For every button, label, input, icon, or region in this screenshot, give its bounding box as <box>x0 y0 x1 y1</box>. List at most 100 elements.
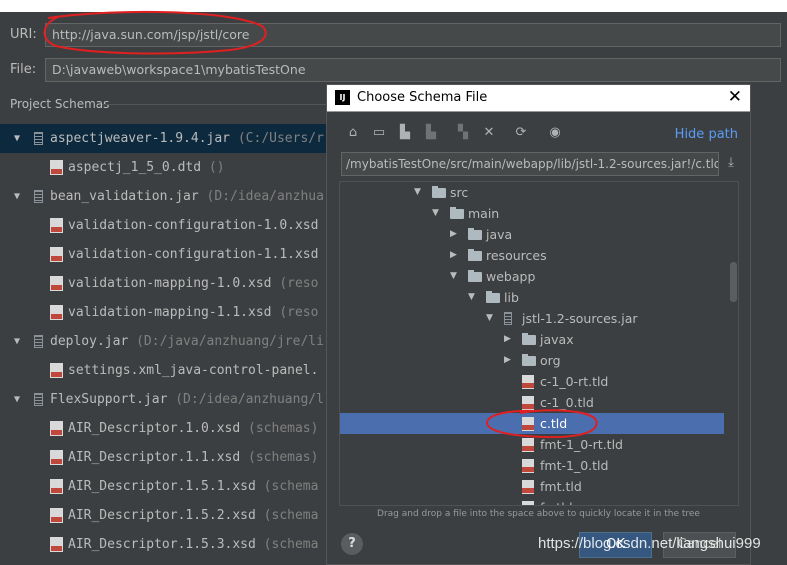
schema-item-detail: (reso <box>279 305 319 320</box>
xsd-file-icon <box>50 247 63 262</box>
file-tree-label: fmt.tld <box>540 479 582 494</box>
schema-item-label: validation-configuration-1.1.xsd <box>68 247 319 262</box>
schema-item-label: AIR_Descriptor.1.1.xsd (schemas) <box>68 450 319 465</box>
file-tree-label: webapp <box>486 269 536 284</box>
expand-arrow-icon[interactable]: ▼ <box>14 124 20 153</box>
hide-path-link[interactable]: Hide path <box>675 127 738 142</box>
download-icon[interactable]: ⤓ <box>723 155 739 173</box>
dialog-title: Choose Schema File <box>357 90 488 105</box>
schema-jar-item[interactable]: ▼ FlexSupport.jar (D:/idea/anzhuang/l <box>0 385 330 414</box>
schema-jar-item[interactable]: ▼ deploy.jar (D:/java/anzhuang/jre/li <box>0 327 330 356</box>
folder-icon <box>486 291 500 303</box>
tree-scrollbar[interactable] <box>730 262 737 302</box>
file-tree-item[interactable]: ▼ jstl-1.2-sources.jar <box>340 308 724 329</box>
close-icon[interactable]: ✕ <box>728 87 742 107</box>
project-schemas-label: Project Schemas <box>10 97 110 111</box>
schema-file-item[interactable]: AIR_Descriptor.1.5.2.xsd (schema <box>0 501 330 530</box>
file-tree-item[interactable]: ▼ webapp <box>340 266 724 287</box>
schema-file-item[interactable]: validation-mapping-1.0.xsd (reso <box>0 269 330 298</box>
schema-file-item[interactable]: AIR_Descriptor.1.5.1.xsd (schema <box>0 472 330 501</box>
uri-row: URI: http://java.sun.com/jsp/jstl/core <box>0 22 787 48</box>
schema-jar-item[interactable]: ▼ aspectjweaver-1.9.4.jar (C:/Users/r <box>0 124 330 153</box>
jar-icon <box>34 132 43 145</box>
schema-file-item[interactable]: validation-configuration-1.1.xsd <box>0 240 330 269</box>
collapse-arrow-icon[interactable]: ▼ <box>468 287 475 308</box>
new-folder-icon[interactable]: ▚ <box>455 125 471 141</box>
schema-file-item[interactable]: validation-mapping-1.1.xsd (reso <box>0 298 330 327</box>
jar-icon <box>34 190 43 203</box>
xsd-file-icon <box>50 537 63 552</box>
expand-arrow-icon[interactable]: ▶ <box>504 350 511 371</box>
expand-arrow-icon[interactable]: ▼ <box>14 182 20 211</box>
schema-item-label: validation-mapping-1.1.xsd (reso <box>68 305 319 320</box>
file-tree-item[interactable]: c-1_0-rt.tld <box>340 371 724 392</box>
file-tree-item[interactable]: ▶ resources <box>340 245 724 266</box>
schema-file-item[interactable]: AIR_Descriptor.1.1.xsd (schemas) <box>0 443 330 472</box>
file-tree-label: org <box>540 353 561 368</box>
tld-file-icon <box>522 480 534 494</box>
file-tree-item[interactable]: fmt-1_0-rt.tld <box>340 434 724 455</box>
folder-icon <box>468 249 482 261</box>
file-tree-item[interactable]: c-1_0.tld <box>340 392 724 413</box>
collapse-arrow-icon[interactable]: ▼ <box>450 266 457 287</box>
schema-item-label: aspectj_1_5_0.dtd () <box>68 160 225 175</box>
file-tree[interactable]: ▼ src ▼ main ▶ java ▶ resources ▼ webapp ▼ lib ▼ jstl… <box>339 181 739 506</box>
expand-arrow-icon[interactable]: ▼ <box>14 385 20 414</box>
project-folder-icon[interactable]: ▙ <box>397 125 413 141</box>
schema-file-item[interactable]: validation-configuration-1.0.xsd <box>0 211 330 240</box>
collapse-arrow-icon[interactable]: ▼ <box>414 182 421 203</box>
dtd-file-icon <box>50 160 63 175</box>
file-tree-item[interactable]: ▶ javax <box>340 329 724 350</box>
file-tree-label: lib <box>504 290 519 305</box>
schema-item-detail: (schemas) <box>248 421 319 436</box>
file-tree-item[interactable]: fmt.tld <box>340 476 724 497</box>
file-tree-item[interactable]: fn.tld <box>340 497 724 505</box>
schema-file-item[interactable]: settings.xml_java-control-panel. <box>0 356 330 385</box>
refresh-icon[interactable]: ⟳ <box>513 125 529 141</box>
collapse-arrow-icon[interactable]: ▼ <box>432 203 439 224</box>
file-tree-item[interactable]: ▶ java <box>340 224 724 245</box>
file-tree-label: javax <box>540 332 574 347</box>
file-tree-label: resources <box>486 248 547 263</box>
schema-file-item[interactable]: aspectj_1_5_0.dtd () <box>0 153 330 182</box>
schema-file-item[interactable]: AIR_Descriptor.1.0.xsd (schemas) <box>0 414 330 443</box>
file-tree-item[interactable]: ▼ src <box>340 182 724 203</box>
schema-item-detail: (schemas) <box>248 450 319 465</box>
schema-item-label: AIR_Descriptor.1.5.2.xsd (schema <box>68 508 319 523</box>
schema-item-label: deploy.jar (D:/java/anzhuang/jre/li <box>50 334 324 349</box>
folder-icon <box>468 270 482 282</box>
desktop-icon[interactable]: ▭ <box>371 125 387 141</box>
file-tree-item[interactable]: ▼ lib <box>340 287 724 308</box>
section-divider <box>102 104 332 105</box>
expand-arrow-icon[interactable]: ▶ <box>504 329 511 350</box>
home-icon[interactable]: ⌂ <box>345 125 361 141</box>
file-tree-label: fmt-1_0.tld <box>540 458 609 473</box>
file-tree-label: fmt-1_0-rt.tld <box>540 437 623 452</box>
folder-icon <box>468 228 482 240</box>
show-hidden-icon[interactable]: ◉ <box>547 125 563 141</box>
module-folder-icon[interactable]: ▙ <box>423 125 439 141</box>
file-input[interactable]: D:\javaweb\workspace1\mybatisTestOne <box>45 58 781 82</box>
file-tree-item[interactable]: ▶ org <box>340 350 724 371</box>
file-tree-item[interactable]: fmt-1_0.tld <box>340 455 724 476</box>
schema-file-item[interactable]: AIR_Descriptor.1.5.3.xsd (schema <box>0 530 330 559</box>
file-tree-item[interactable]: c.tld <box>340 413 724 434</box>
xsd-file-icon <box>50 508 63 523</box>
delete-icon[interactable]: ✕ <box>481 125 497 141</box>
file-tree-label: main <box>468 206 500 221</box>
uri-input[interactable]: http://java.sun.com/jsp/jstl/core <box>45 23 781 47</box>
help-button[interactable]: ? <box>341 533 363 555</box>
expand-arrow-icon[interactable]: ▼ <box>14 327 20 356</box>
path-input[interactable]: /mybatisTestOne/src/main/webapp/lib/jstl… <box>341 152 719 176</box>
file-tree-label: jstl-1.2-sources.jar <box>522 311 638 326</box>
project-schemas-tree[interactable]: ▼ aspectjweaver-1.9.4.jar (C:/Users/r aspe… <box>0 124 330 565</box>
schema-jar-item[interactable]: ▼ bean_validation.jar (D:/idea/anzhua <box>0 182 330 211</box>
collapse-arrow-icon[interactable]: ▼ <box>486 308 493 329</box>
expand-arrow-icon[interactable]: ▶ <box>450 245 457 266</box>
xsd-file-icon <box>50 218 63 233</box>
window-top-strip <box>0 0 787 12</box>
schema-item-label: AIR_Descriptor.1.5.3.xsd (schema <box>68 537 319 552</box>
file-tree-item[interactable]: ▼ main <box>340 203 724 224</box>
folder-icon <box>522 333 536 345</box>
expand-arrow-icon[interactable]: ▶ <box>450 224 457 245</box>
